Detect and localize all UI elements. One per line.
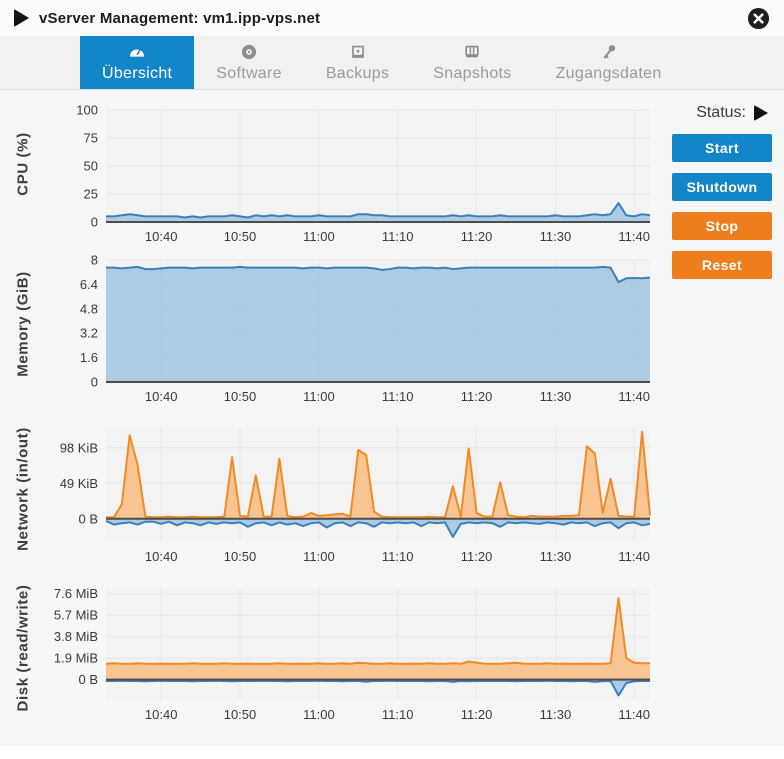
- svg-text:0 B: 0 B: [78, 511, 98, 526]
- svg-text:11:30: 11:30: [540, 389, 572, 404]
- network-chart-svg: 0 B 49 KiB 98 KiB 10:40 10:50 11:00 11:10 11:20…: [46, 414, 660, 576]
- drive-icon: [348, 42, 368, 62]
- svg-text:10:50: 10:50: [224, 229, 257, 244]
- stop-button[interactable]: Stop: [672, 212, 772, 240]
- svg-text:11:20: 11:20: [461, 707, 493, 722]
- memory-plot-area: 0 1.6 3.2 4.8 6.4 8 10:40 10:50 11:00 11:10 11:20 1…: [46, 248, 660, 414]
- disc-icon: [239, 42, 259, 62]
- snapshot-drive-icon: [462, 42, 482, 62]
- network-axis-label: Network (in/out): [15, 427, 32, 551]
- svg-text:11:20: 11:20: [461, 549, 493, 564]
- svg-text:11:10: 11:10: [382, 549, 414, 564]
- svg-text:10:40: 10:40: [145, 549, 178, 564]
- tab-software[interactable]: Software: [194, 36, 304, 89]
- svg-text:6.4: 6.4: [80, 277, 98, 292]
- svg-text:11:20: 11:20: [461, 389, 493, 404]
- svg-text:10:50: 10:50: [224, 549, 257, 564]
- svg-text:49 KiB: 49 KiB: [60, 476, 98, 491]
- svg-text:10:40: 10:40: [145, 707, 178, 722]
- memory-chart-svg: 0 1.6 3.2 4.8 6.4 8 10:40 10:50 11:00 11:10 11:20 1…: [46, 248, 660, 414]
- memory-axis-label: Memory (GiB): [15, 272, 32, 378]
- svg-text:11:00: 11:00: [303, 549, 335, 564]
- disk-axis-label: Disk (read/write): [15, 584, 32, 711]
- svg-text:0: 0: [91, 375, 98, 390]
- title-bar: vServer Management: vm1.ipp-vps.net: [0, 0, 784, 36]
- disk-chart-svg: 0 B 1.9 MiB 3.8 MiB 5.7 MiB 7.6 MiB 10:40 10:5…: [46, 576, 660, 732]
- tab-backups[interactable]: Backups: [304, 36, 411, 89]
- cpu-chart: CPU (%) 0 25 50 75 100 10:40 10:50 11:00 11:10 11…: [0, 92, 660, 248]
- svg-text:98 KiB: 98 KiB: [60, 440, 98, 455]
- close-icon[interactable]: [747, 7, 770, 30]
- svg-text:3.8 MiB: 3.8 MiB: [54, 629, 98, 644]
- window-play-icon: [14, 9, 29, 27]
- svg-text:11:40: 11:40: [618, 707, 650, 722]
- svg-text:11:00: 11:00: [303, 707, 335, 722]
- network-plot-area: 0 B 49 KiB 98 KiB 10:40 10:50 11:00 11:10 11:20…: [46, 414, 660, 576]
- svg-text:10:40: 10:40: [145, 229, 178, 244]
- svg-text:11:10: 11:10: [382, 229, 414, 244]
- disk-plot-area: 0 B 1.9 MiB 3.8 MiB 5.7 MiB 7.6 MiB 10:40 10:5…: [46, 576, 660, 732]
- svg-text:11:30: 11:30: [540, 549, 572, 564]
- disk-chart: Disk (read/write) 0 B 1.9 MiB 3.8 MiB 5.7 M…: [0, 576, 660, 732]
- tab-label: Zugangsdaten: [556, 65, 662, 83]
- svg-text:10:50: 10:50: [224, 707, 257, 722]
- reset-button[interactable]: Reset: [672, 251, 772, 279]
- svg-text:11:40: 11:40: [618, 549, 650, 564]
- main-content: CPU (%) 0 25 50 75 100 10:40 10:50 11:00 11:10 11…: [0, 90, 784, 746]
- tab-bar: Übersicht Software Backups: [0, 36, 784, 90]
- svg-text:10:40: 10:40: [145, 389, 178, 404]
- svg-text:11:30: 11:30: [540, 707, 572, 722]
- shutdown-button[interactable]: Shutdown: [672, 173, 772, 201]
- page-title: vServer Management: vm1.ipp-vps.net: [39, 10, 320, 27]
- vserver-management-window: vServer Management: vm1.ipp-vps.net Über…: [0, 0, 784, 759]
- svg-text:11:40: 11:40: [618, 229, 650, 244]
- svg-text:0 B: 0 B: [78, 672, 98, 687]
- cpu-plot-area: 0 25 50 75 100 10:40 10:50 11:00 11:10 11:20 11:30…: [46, 92, 660, 248]
- status-label: Status:: [696, 104, 746, 122]
- status-column: Status: Start Shutdown Stop Reset: [660, 90, 784, 746]
- svg-text:8: 8: [91, 253, 98, 268]
- gauge-icon: [127, 42, 147, 62]
- tab-zugangsdaten[interactable]: Zugangsdaten: [534, 36, 684, 89]
- tab-uebersicht[interactable]: Übersicht: [80, 36, 194, 89]
- tab-label: Snapshots: [433, 65, 511, 83]
- svg-text:4.8: 4.8: [80, 301, 98, 316]
- running-play-icon: [754, 105, 768, 121]
- svg-text:5.7 MiB: 5.7 MiB: [54, 608, 98, 623]
- start-button[interactable]: Start: [672, 134, 772, 162]
- key-icon: [599, 42, 619, 62]
- memory-chart: Memory (GiB) 0 1.6 3.2 4.8 6.4 8 10:40 10:50 11:…: [0, 248, 660, 414]
- svg-text:11:10: 11:10: [382, 707, 414, 722]
- svg-text:100: 100: [76, 103, 98, 118]
- cpu-axis-label: CPU (%): [15, 132, 32, 195]
- svg-text:10:50: 10:50: [224, 389, 257, 404]
- svg-text:7.6 MiB: 7.6 MiB: [54, 586, 98, 601]
- svg-text:50: 50: [84, 159, 98, 174]
- svg-text:75: 75: [84, 131, 98, 146]
- cpu-chart-svg: 0 25 50 75 100 10:40 10:50 11:00 11:10 11:20 11:30…: [46, 92, 660, 248]
- svg-text:11:40: 11:40: [618, 389, 650, 404]
- tab-label: Übersicht: [102, 65, 172, 83]
- svg-text:11:20: 11:20: [461, 229, 493, 244]
- svg-text:11:00: 11:00: [303, 229, 335, 244]
- svg-text:25: 25: [84, 187, 98, 202]
- svg-text:11:10: 11:10: [382, 389, 414, 404]
- network-chart: Network (in/out) 0 B 49 KiB 98 KiB 10:40 10:…: [0, 414, 660, 576]
- tab-label: Backups: [326, 65, 389, 83]
- svg-text:0: 0: [91, 215, 98, 230]
- svg-text:11:00: 11:00: [303, 389, 335, 404]
- svg-text:1.6: 1.6: [80, 350, 98, 365]
- svg-text:1.9 MiB: 1.9 MiB: [54, 651, 98, 666]
- tab-label: Software: [216, 65, 282, 83]
- svg-text:3.2: 3.2: [80, 326, 98, 341]
- tab-snapshots[interactable]: Snapshots: [411, 36, 533, 89]
- charts-column: CPU (%) 0 25 50 75 100 10:40 10:50 11:00 11:10 11…: [0, 90, 660, 746]
- svg-text:11:30: 11:30: [540, 229, 572, 244]
